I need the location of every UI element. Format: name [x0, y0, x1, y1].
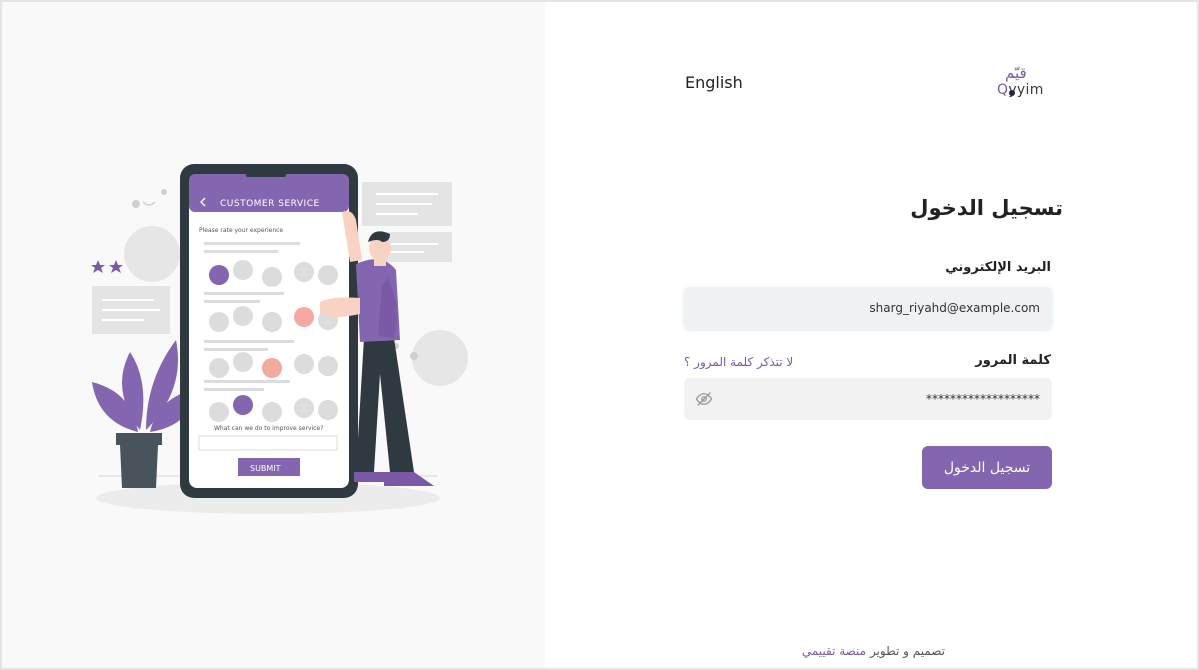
illustration-pane: CUSTOMER SERVICE Please rate your experi…: [2, 2, 545, 668]
screen-title: CUSTOMER SERVICE: [220, 199, 320, 209]
logo-dot: [1009, 90, 1015, 96]
logo-q: Q: [997, 82, 1009, 98]
improve-question: What can we do to improve service?: [214, 425, 323, 432]
forgot-password-link[interactable]: لا تتذكر كلمة المرور ؟: [684, 355, 793, 369]
password-label: كلمة المرور: [975, 353, 1051, 368]
password-field-container: [684, 378, 1052, 420]
footer-credit: تصميم و تطوير منصة تقييمي: [802, 644, 945, 658]
password-field[interactable]: [684, 378, 1052, 420]
app-logo: قيّم Qyyim: [997, 64, 1049, 104]
footer-brand-link[interactable]: منصة تقييمي: [802, 644, 866, 658]
logo-arabic: قيّم: [1005, 64, 1027, 82]
illustration-submit: SUBMIT: [250, 464, 281, 473]
email-field[interactable]: [684, 287, 1052, 329]
footer-text: تصميم و تطوير: [869, 644, 945, 658]
email-label: البريد الإلكتروني: [945, 260, 1051, 275]
page-title: تسجيل الدخول: [910, 196, 1063, 220]
email-field-container: [684, 287, 1052, 329]
language-toggle[interactable]: English: [685, 73, 743, 92]
eye-slash-icon[interactable]: [695, 390, 713, 408]
rating-prompt: Please rate your experience: [199, 227, 283, 234]
logo-english: Qyyim: [997, 82, 1044, 98]
login-button[interactable]: تسجيل الدخول: [922, 446, 1052, 489]
customer-service-illustration: CUSTOMER SERVICE Please rate your experi…: [91, 164, 468, 514]
login-pane: English قيّم Qyyim تسجيل الدخول البريد ا…: [545, 2, 1197, 668]
